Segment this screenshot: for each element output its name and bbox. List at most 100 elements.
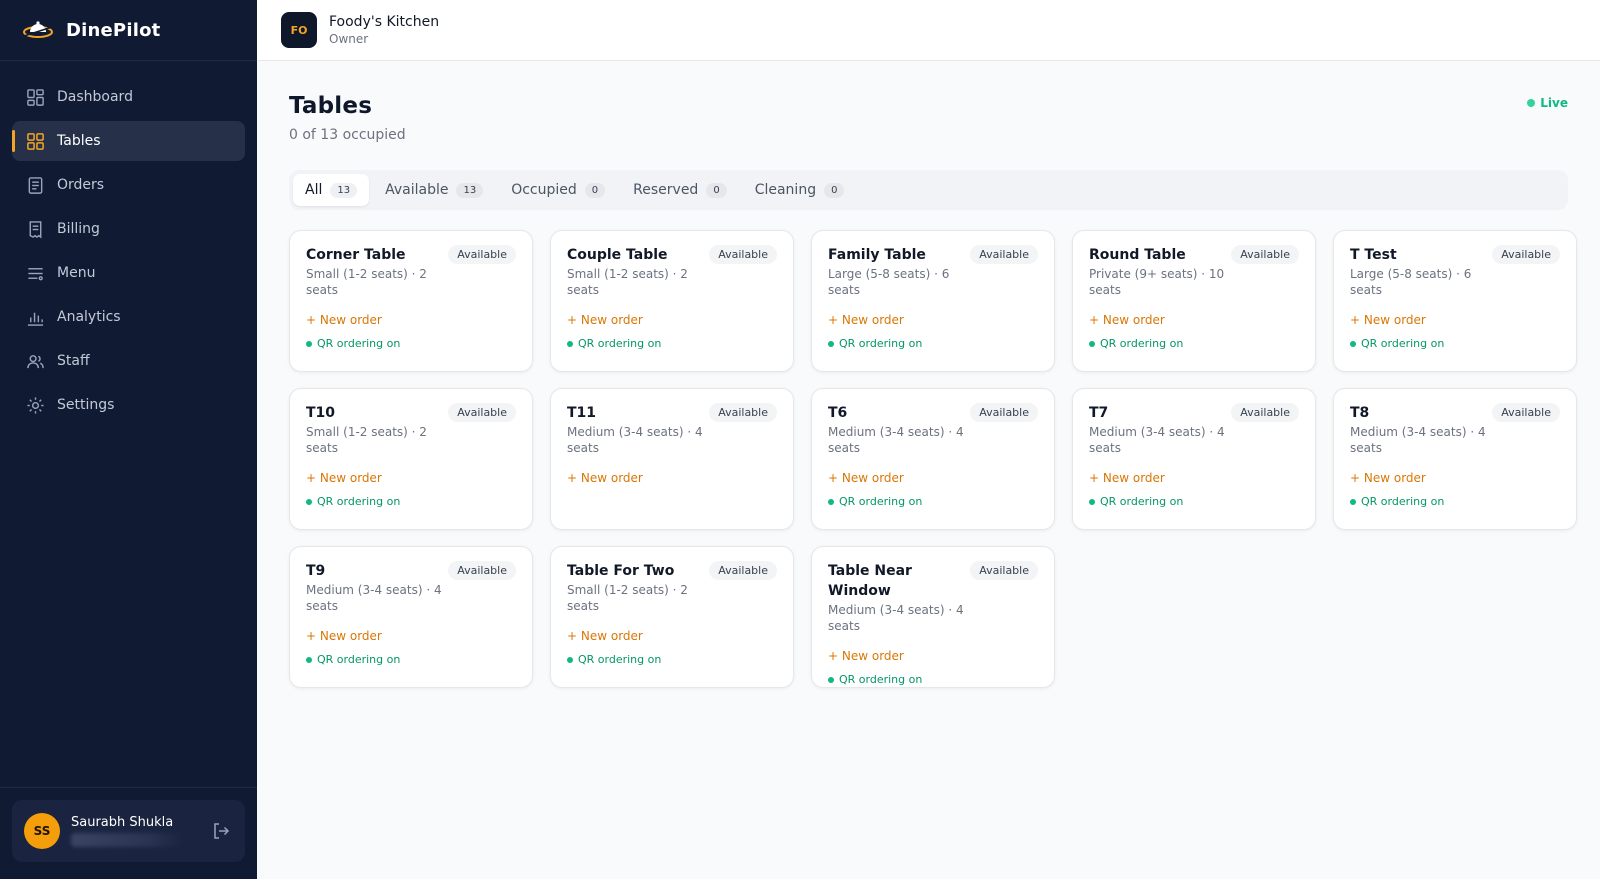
table-card[interactable]: T11 Available Medium (3-4 seats) · 4 seat… xyxy=(550,388,794,530)
qr-dot-icon xyxy=(306,656,312,663)
table-details: Medium (3-4 seats) · 4 seats xyxy=(828,425,964,455)
new-order-link[interactable]: + New order xyxy=(1089,313,1165,327)
qr-dot-icon xyxy=(1089,340,1095,347)
table-card[interactable]: Corner Table Available Small (1-2 seats) … xyxy=(289,230,533,372)
new-order-link[interactable]: + New order xyxy=(828,649,904,663)
tab-cleaning[interactable]: Cleaning 0 xyxy=(743,174,857,206)
qr-label: QR ordering on xyxy=(839,337,923,350)
table-card[interactable]: T7 Available Medium (3-4 seats) · 4 seats… xyxy=(1072,388,1316,530)
tab-occupied[interactable]: Occupied 0 xyxy=(499,174,617,206)
table-details: Medium (3-4 seats) · 4 seats xyxy=(1089,425,1225,455)
table-name: T Test xyxy=(1350,247,1397,263)
qr-status: QR ordering on xyxy=(306,495,516,508)
org-info: Foody's Kitchen Owner xyxy=(329,13,439,47)
table-details: Medium (3-4 seats) · 4 seats xyxy=(1350,425,1486,455)
new-order-link[interactable]: + New order xyxy=(567,629,643,643)
sidebar-item-billing[interactable]: Billing xyxy=(12,209,245,249)
status-tabs: All 13 Available 13 Occupied 0 Reserved … xyxy=(289,170,1568,210)
table-details: Medium (3-4 seats) · 4 seats xyxy=(828,603,964,633)
tab-reserved[interactable]: Reserved 0 xyxy=(621,174,739,206)
new-order-link[interactable]: + New order xyxy=(567,471,643,485)
new-order-link[interactable]: + New order xyxy=(1089,471,1165,485)
page-title: Tables xyxy=(289,93,373,119)
table-name: Corner Table xyxy=(306,247,406,263)
logout-icon xyxy=(214,823,230,839)
new-order-link[interactable]: + New order xyxy=(306,471,382,485)
tab-count: 13 xyxy=(456,182,484,198)
status-badge: Available xyxy=(970,245,1038,264)
status-badge: Available xyxy=(448,561,516,580)
sidebar-item-settings[interactable]: Settings xyxy=(12,385,245,425)
new-order-link[interactable]: + New order xyxy=(306,313,382,327)
table-card[interactable]: T Test Available Large (5-8 seats) · 6 se… xyxy=(1333,230,1577,372)
table-card[interactable]: T8 Available Medium (3-4 seats) · 4 seats… xyxy=(1333,388,1577,530)
table-card[interactable]: T9 Available Medium (3-4 seats) · 4 seats… xyxy=(289,546,533,688)
sidebar: DinePilot Dashboard Tables Orders Billin… xyxy=(0,0,257,879)
qr-label: QR ordering on xyxy=(839,673,923,686)
table-card[interactable]: Family Table Available Large (5-8 seats) … xyxy=(811,230,1055,372)
sidebar-item-analytics[interactable]: Analytics xyxy=(12,297,245,337)
qr-dot-icon xyxy=(828,340,834,347)
table-details: Small (1-2 seats) · 2 seats xyxy=(306,267,427,297)
sidebar-item-orders[interactable]: Orders xyxy=(12,165,245,205)
status-badge: Available xyxy=(448,245,516,264)
table-card[interactable]: T10 Available Small (1-2 seats) · 2 seats… xyxy=(289,388,533,530)
table-card[interactable]: Table For Two Available Small (1-2 seats)… xyxy=(550,546,794,688)
qr-dot-icon xyxy=(306,340,312,347)
tab-label: Reserved xyxy=(633,182,699,198)
user-email-redacted xyxy=(71,833,183,847)
table-name: T8 xyxy=(1350,405,1370,421)
settings-icon xyxy=(25,395,45,415)
table-details: Large (5-8 seats) · 6 seats xyxy=(828,267,950,297)
orders-icon xyxy=(25,175,45,195)
sidebar-item-dashboard[interactable]: Dashboard xyxy=(12,77,245,117)
table-card[interactable]: Table Near Window Available Medium (3-4 s… xyxy=(811,546,1055,688)
user-avatar: SS xyxy=(24,813,60,849)
new-order-link[interactable]: + New order xyxy=(1350,471,1426,485)
app-name: DinePilot xyxy=(66,19,161,41)
table-name: T11 xyxy=(567,405,597,421)
brand[interactable]: DinePilot xyxy=(0,0,257,61)
status-badge: Available xyxy=(709,561,777,580)
sidebar-item-label: Orders xyxy=(57,177,105,193)
tables-grid: Corner Table Available Small (1-2 seats) … xyxy=(289,230,1577,688)
qr-dot-icon xyxy=(1350,340,1356,347)
qr-label: QR ordering on xyxy=(1361,337,1445,350)
table-card[interactable]: T6 Available Medium (3-4 seats) · 4 seats… xyxy=(811,388,1055,530)
qr-label: QR ordering on xyxy=(1100,337,1184,350)
org-name: Foody's Kitchen xyxy=(329,14,440,30)
live-dot-icon xyxy=(1527,99,1536,107)
org-avatar[interactable]: FO xyxy=(281,12,317,48)
table-card[interactable]: Round Table Available Private (9+ seats) … xyxy=(1072,230,1316,372)
new-order-link[interactable]: + New order xyxy=(828,471,904,485)
table-details: Small (1-2 seats) · 2 seats xyxy=(567,583,688,613)
tab-all[interactable]: All 13 xyxy=(293,174,370,206)
status-badge: Available xyxy=(1492,245,1560,264)
qr-label: QR ordering on xyxy=(1361,495,1445,508)
tab-available[interactable]: Available 13 xyxy=(373,174,495,206)
qr-status: QR ordering on xyxy=(828,495,1038,508)
new-order-link[interactable]: + New order xyxy=(828,313,904,327)
status-badge: Available xyxy=(970,403,1038,422)
user-card[interactable]: SS Saurabh Shukla xyxy=(12,800,245,862)
qr-status: QR ordering on xyxy=(306,653,516,666)
sidebar-item-menu[interactable]: Menu xyxy=(12,253,245,293)
qr-status: QR ordering on xyxy=(567,337,777,350)
new-order-link[interactable]: + New order xyxy=(1350,313,1426,327)
tab-label: Available xyxy=(385,182,449,198)
sidebar-footer: SS Saurabh Shukla xyxy=(0,787,257,879)
new-order-link[interactable]: + New order xyxy=(306,629,382,643)
logout-button[interactable] xyxy=(209,819,233,843)
table-name: Table For Two xyxy=(567,563,675,579)
sidebar-item-tables[interactable]: Tables xyxy=(12,121,245,161)
table-name: T6 xyxy=(828,405,848,421)
sidebar-item-label: Tables xyxy=(57,133,101,149)
status-badge: Available xyxy=(448,403,516,422)
tab-label: Cleaning xyxy=(754,182,817,198)
sidebar-item-staff[interactable]: Staff xyxy=(12,341,245,381)
qr-dot-icon xyxy=(1089,498,1095,505)
qr-dot-icon xyxy=(567,656,573,663)
table-card[interactable]: Couple Table Available Small (1-2 seats) … xyxy=(550,230,794,372)
new-order-link[interactable]: + New order xyxy=(567,313,643,327)
sidebar-item-label: Billing xyxy=(57,221,100,237)
